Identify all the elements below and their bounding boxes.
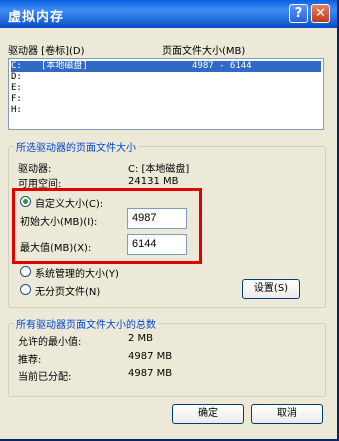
selected-drive-group-title: 所选驱动器的页面文件大小 xyxy=(14,139,138,154)
set-button[interactable]: 设置(S) xyxy=(242,279,300,299)
drive-letter: H: xyxy=(11,105,22,115)
system-managed-radio[interactable] xyxy=(20,266,31,277)
drive-row-c[interactable]: C: [本地磁盘] 4987 - 6144 xyxy=(11,61,321,72)
cancel-button[interactable]: 取消 xyxy=(251,404,323,424)
current-allocated-label: 当前已分配: xyxy=(18,372,72,383)
drive-letter: C: xyxy=(11,61,22,71)
min-allowed-value: 2 MB xyxy=(128,333,154,344)
ok-button[interactable]: 确定 xyxy=(172,404,244,424)
virtual-memory-dialog: 虚拟内存 ? ✕ 驱动器 [卷标](D) 页面文件大小(MB) C: [本地磁盘… xyxy=(0,0,339,441)
drive-column-header: 驱动器 [卷标](D) xyxy=(8,46,85,57)
drive-list[interactable]: C: [本地磁盘] 4987 - 6144 D: E: F: H: xyxy=(8,58,324,130)
custom-size-label[interactable]: 自定义大小(C): xyxy=(35,195,103,210)
window-title: 虚拟内存 xyxy=(8,10,65,25)
drive-row-h[interactable]: H: xyxy=(11,105,321,116)
drive-row-d[interactable]: D: xyxy=(11,72,321,83)
no-paging-label[interactable]: 无分页文件(N) xyxy=(35,283,100,298)
drive-value: C: [本地磁盘] xyxy=(128,164,190,175)
drive-letter: E: xyxy=(11,83,22,93)
system-managed-label[interactable]: 系统管理的大小(Y) xyxy=(35,265,119,280)
max-size-label: 最大值(MB)(X): xyxy=(20,243,92,254)
drive-row-f[interactable]: F: xyxy=(11,94,321,105)
pagefile-column-header: 页面文件大小(MB) xyxy=(162,46,246,57)
help-button[interactable]: ? xyxy=(289,4,308,23)
initial-size-label: 初始大小(MB)(I): xyxy=(20,217,98,228)
drive-letter: D: xyxy=(11,72,22,82)
title-bar[interactable]: 虚拟内存 ? ✕ xyxy=(0,0,337,28)
current-allocated-value: 4987 MB xyxy=(128,368,173,379)
totals-group-title: 所有驱动器页面文件大小的总数 xyxy=(14,316,158,331)
drive-row-e[interactable]: E: xyxy=(11,83,321,94)
initial-size-input[interactable]: 4987 xyxy=(127,208,187,229)
drive-letter: F: xyxy=(11,94,22,104)
custom-size-radio[interactable] xyxy=(20,196,31,207)
min-allowed-label: 允许的最小值: xyxy=(18,337,82,348)
no-paging-radio[interactable] xyxy=(20,284,31,295)
recommended-label: 推荐: xyxy=(18,355,42,366)
max-size-input[interactable]: 6144 xyxy=(127,234,187,255)
recommended-value: 4987 MB xyxy=(128,351,173,362)
drive-label: 驱动器: xyxy=(18,164,52,175)
drive-volume: [本地磁盘] xyxy=(41,61,88,71)
drive-pagefile-size: 4987 - 6144 xyxy=(192,61,252,71)
close-button[interactable]: ✕ xyxy=(311,4,330,23)
free-space-value: 24131 MB xyxy=(128,176,179,187)
